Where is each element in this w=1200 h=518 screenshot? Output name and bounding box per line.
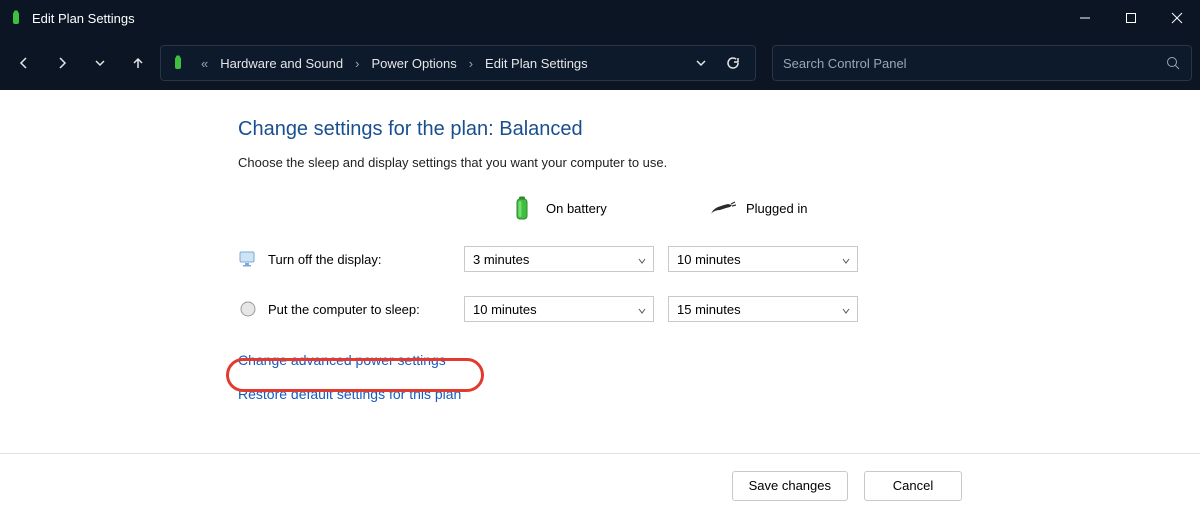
chevron-down-icon (841, 304, 851, 314)
address-history-button[interactable] (687, 49, 715, 77)
window-title: Edit Plan Settings (32, 11, 135, 26)
display-battery-dropdown[interactable]: 3 minutes (464, 246, 654, 272)
footer: Save changes Cancel (0, 453, 1200, 517)
sleep-plugged-value: 15 minutes (677, 302, 741, 317)
display-battery-value: 3 minutes (473, 252, 529, 267)
up-button[interactable] (122, 47, 154, 79)
search-box[interactable] (772, 45, 1192, 81)
recent-dropdown-button[interactable] (84, 47, 116, 79)
breadcrumb-hardware-sound[interactable]: Hardware and Sound (220, 56, 343, 71)
chevron-right-icon: › (349, 56, 365, 71)
refresh-button[interactable] (719, 49, 747, 77)
battery-icon (169, 54, 187, 72)
close-button[interactable] (1154, 0, 1200, 36)
cancel-button[interactable]: Cancel (864, 471, 962, 501)
row-label-display: Turn off the display: (268, 252, 464, 267)
save-changes-button[interactable]: Save changes (732, 471, 848, 501)
maximize-button[interactable] (1108, 0, 1154, 36)
sleep-battery-value: 10 minutes (473, 302, 537, 317)
address-bar[interactable]: « Hardware and Sound › Power Options › E… (160, 45, 756, 81)
breadcrumb-power-options[interactable]: Power Options (371, 56, 456, 71)
display-plugged-value: 10 minutes (677, 252, 741, 267)
breadcrumb-edit-plan[interactable]: Edit Plan Settings (485, 56, 588, 71)
restore-defaults-link[interactable]: Restore default settings for this plan (238, 386, 461, 402)
change-advanced-link[interactable]: Change advanced power settings (238, 352, 446, 368)
sleep-battery-dropdown[interactable]: 10 minutes (464, 296, 654, 322)
column-header-battery: On battery (508, 194, 708, 222)
content-area: Change settings for the plan: Balanced C… (0, 90, 1200, 453)
column-header-plugged: Plugged in (708, 194, 908, 222)
battery-icon (508, 194, 536, 222)
chevron-down-icon (637, 254, 647, 264)
chevron-right-icon: › (463, 56, 479, 71)
search-icon[interactable] (1165, 55, 1181, 71)
monitor-icon (238, 249, 258, 269)
moon-icon (238, 299, 258, 319)
sleep-plugged-dropdown[interactable]: 15 minutes (668, 296, 858, 322)
page-title: Change settings for the plan: Balanced (238, 118, 1200, 141)
column-label-plugged: Plugged in (746, 201, 807, 216)
row-sleep: Put the computer to sleep: 10 minutes 15… (238, 296, 1200, 322)
chevron-down-icon (841, 254, 851, 264)
search-input[interactable] (783, 56, 1165, 71)
minimize-button[interactable] (1062, 0, 1108, 36)
back-button[interactable] (8, 47, 40, 79)
breadcrumb-ellipsis[interactable]: « (195, 56, 214, 71)
app-icon (8, 10, 24, 26)
row-label-sleep: Put the computer to sleep: (268, 302, 464, 317)
display-plugged-dropdown[interactable]: 10 minutes (668, 246, 858, 272)
plug-icon (708, 194, 736, 222)
navbar: « Hardware and Sound › Power Options › E… (0, 36, 1200, 90)
row-turn-off-display: Turn off the display: 3 minutes 10 minut… (238, 246, 1200, 272)
forward-button[interactable] (46, 47, 78, 79)
chevron-down-icon (637, 304, 647, 314)
titlebar: Edit Plan Settings (0, 0, 1200, 36)
column-label-battery: On battery (546, 201, 607, 216)
column-headers: On battery Plugged in (238, 194, 1200, 222)
page-subtitle: Choose the sleep and display settings th… (238, 155, 1200, 170)
